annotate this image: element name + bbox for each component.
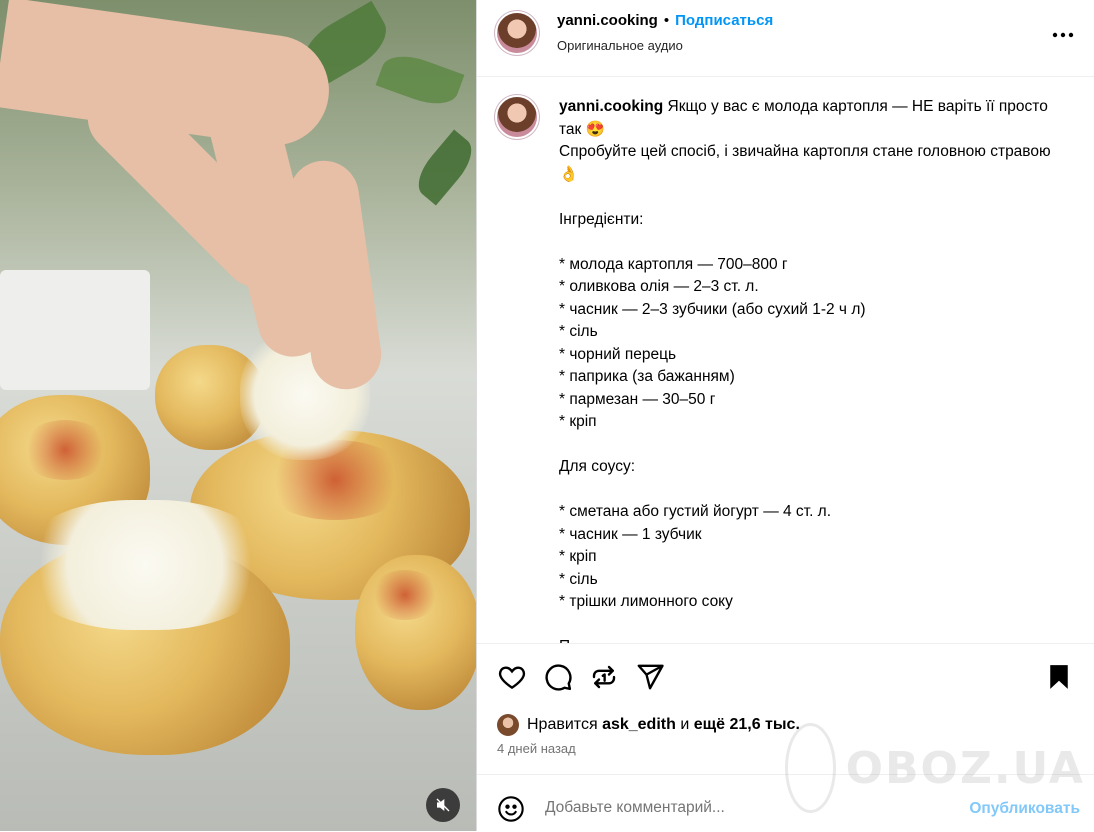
publish-button[interactable]: Опубликовать (969, 800, 1080, 818)
planter-pot (0, 270, 150, 390)
heart-icon (498, 666, 526, 690)
post-timestamp[interactable]: 4 дней назад (497, 741, 576, 756)
share-icon (637, 664, 664, 690)
caption-text: yanni.cooking Якщо у вас є молода картоп… (559, 96, 1059, 643)
save-button[interactable] (1044, 662, 1074, 692)
repost-button[interactable] (589, 662, 619, 692)
more-horizontal-icon (1052, 32, 1074, 38)
caption-avatar[interactable] (497, 97, 537, 137)
caption-section: yanni.cooking Якщо у вас є молода картоп… (477, 77, 1094, 643)
avatar[interactable] (497, 13, 537, 53)
username-link[interactable]: yanni.cooking (557, 12, 658, 29)
header-user-line: yanni.cooking • Подписаться (557, 12, 773, 29)
separator-dot: • (663, 12, 670, 29)
emoji-button[interactable] (497, 795, 525, 828)
action-bar (477, 643, 1094, 714)
likes-and: и (680, 716, 690, 733)
post-header: yanni.cooking • Подписаться Оригинальное а… (477, 0, 1094, 77)
caption-body: Якщо у вас є молода картопля — НЕ варіть… (559, 98, 1051, 643)
smiley-icon (498, 796, 524, 822)
caption-username[interactable]: yanni.cooking (559, 98, 663, 115)
repost-icon (592, 665, 616, 689)
post-video[interactable] (0, 0, 476, 831)
liker-avatar[interactable] (497, 714, 519, 736)
likes-row: Нравится ask_edith и ещё 21,6 тыс. (497, 713, 800, 737)
more-options-button[interactable] (1052, 24, 1074, 38)
comment-input[interactable] (545, 799, 925, 817)
comment-bar: Опубликовать (477, 774, 1094, 832)
mute-button[interactable] (426, 788, 460, 822)
likes-count[interactable]: ещё 21,6 тыс. (694, 716, 800, 734)
liker-username[interactable]: ask_edith (602, 716, 676, 734)
likes-prefix: Нравится (527, 716, 598, 733)
audio-link[interactable]: Оригинальное аудио (557, 38, 683, 53)
post: yanni.cooking • Подписаться Оригинальное а… (0, 0, 1094, 831)
post-sidebar: yanni.cooking • Подписаться Оригинальное а… (476, 0, 1094, 831)
comment-button[interactable] (543, 662, 573, 692)
comment-icon (545, 664, 572, 691)
bookmark-icon (1050, 665, 1068, 689)
like-button[interactable] (497, 662, 527, 692)
follow-button[interactable]: Подписаться (675, 12, 773, 29)
share-button[interactable] (635, 662, 665, 692)
volume-muted-icon (436, 798, 450, 812)
